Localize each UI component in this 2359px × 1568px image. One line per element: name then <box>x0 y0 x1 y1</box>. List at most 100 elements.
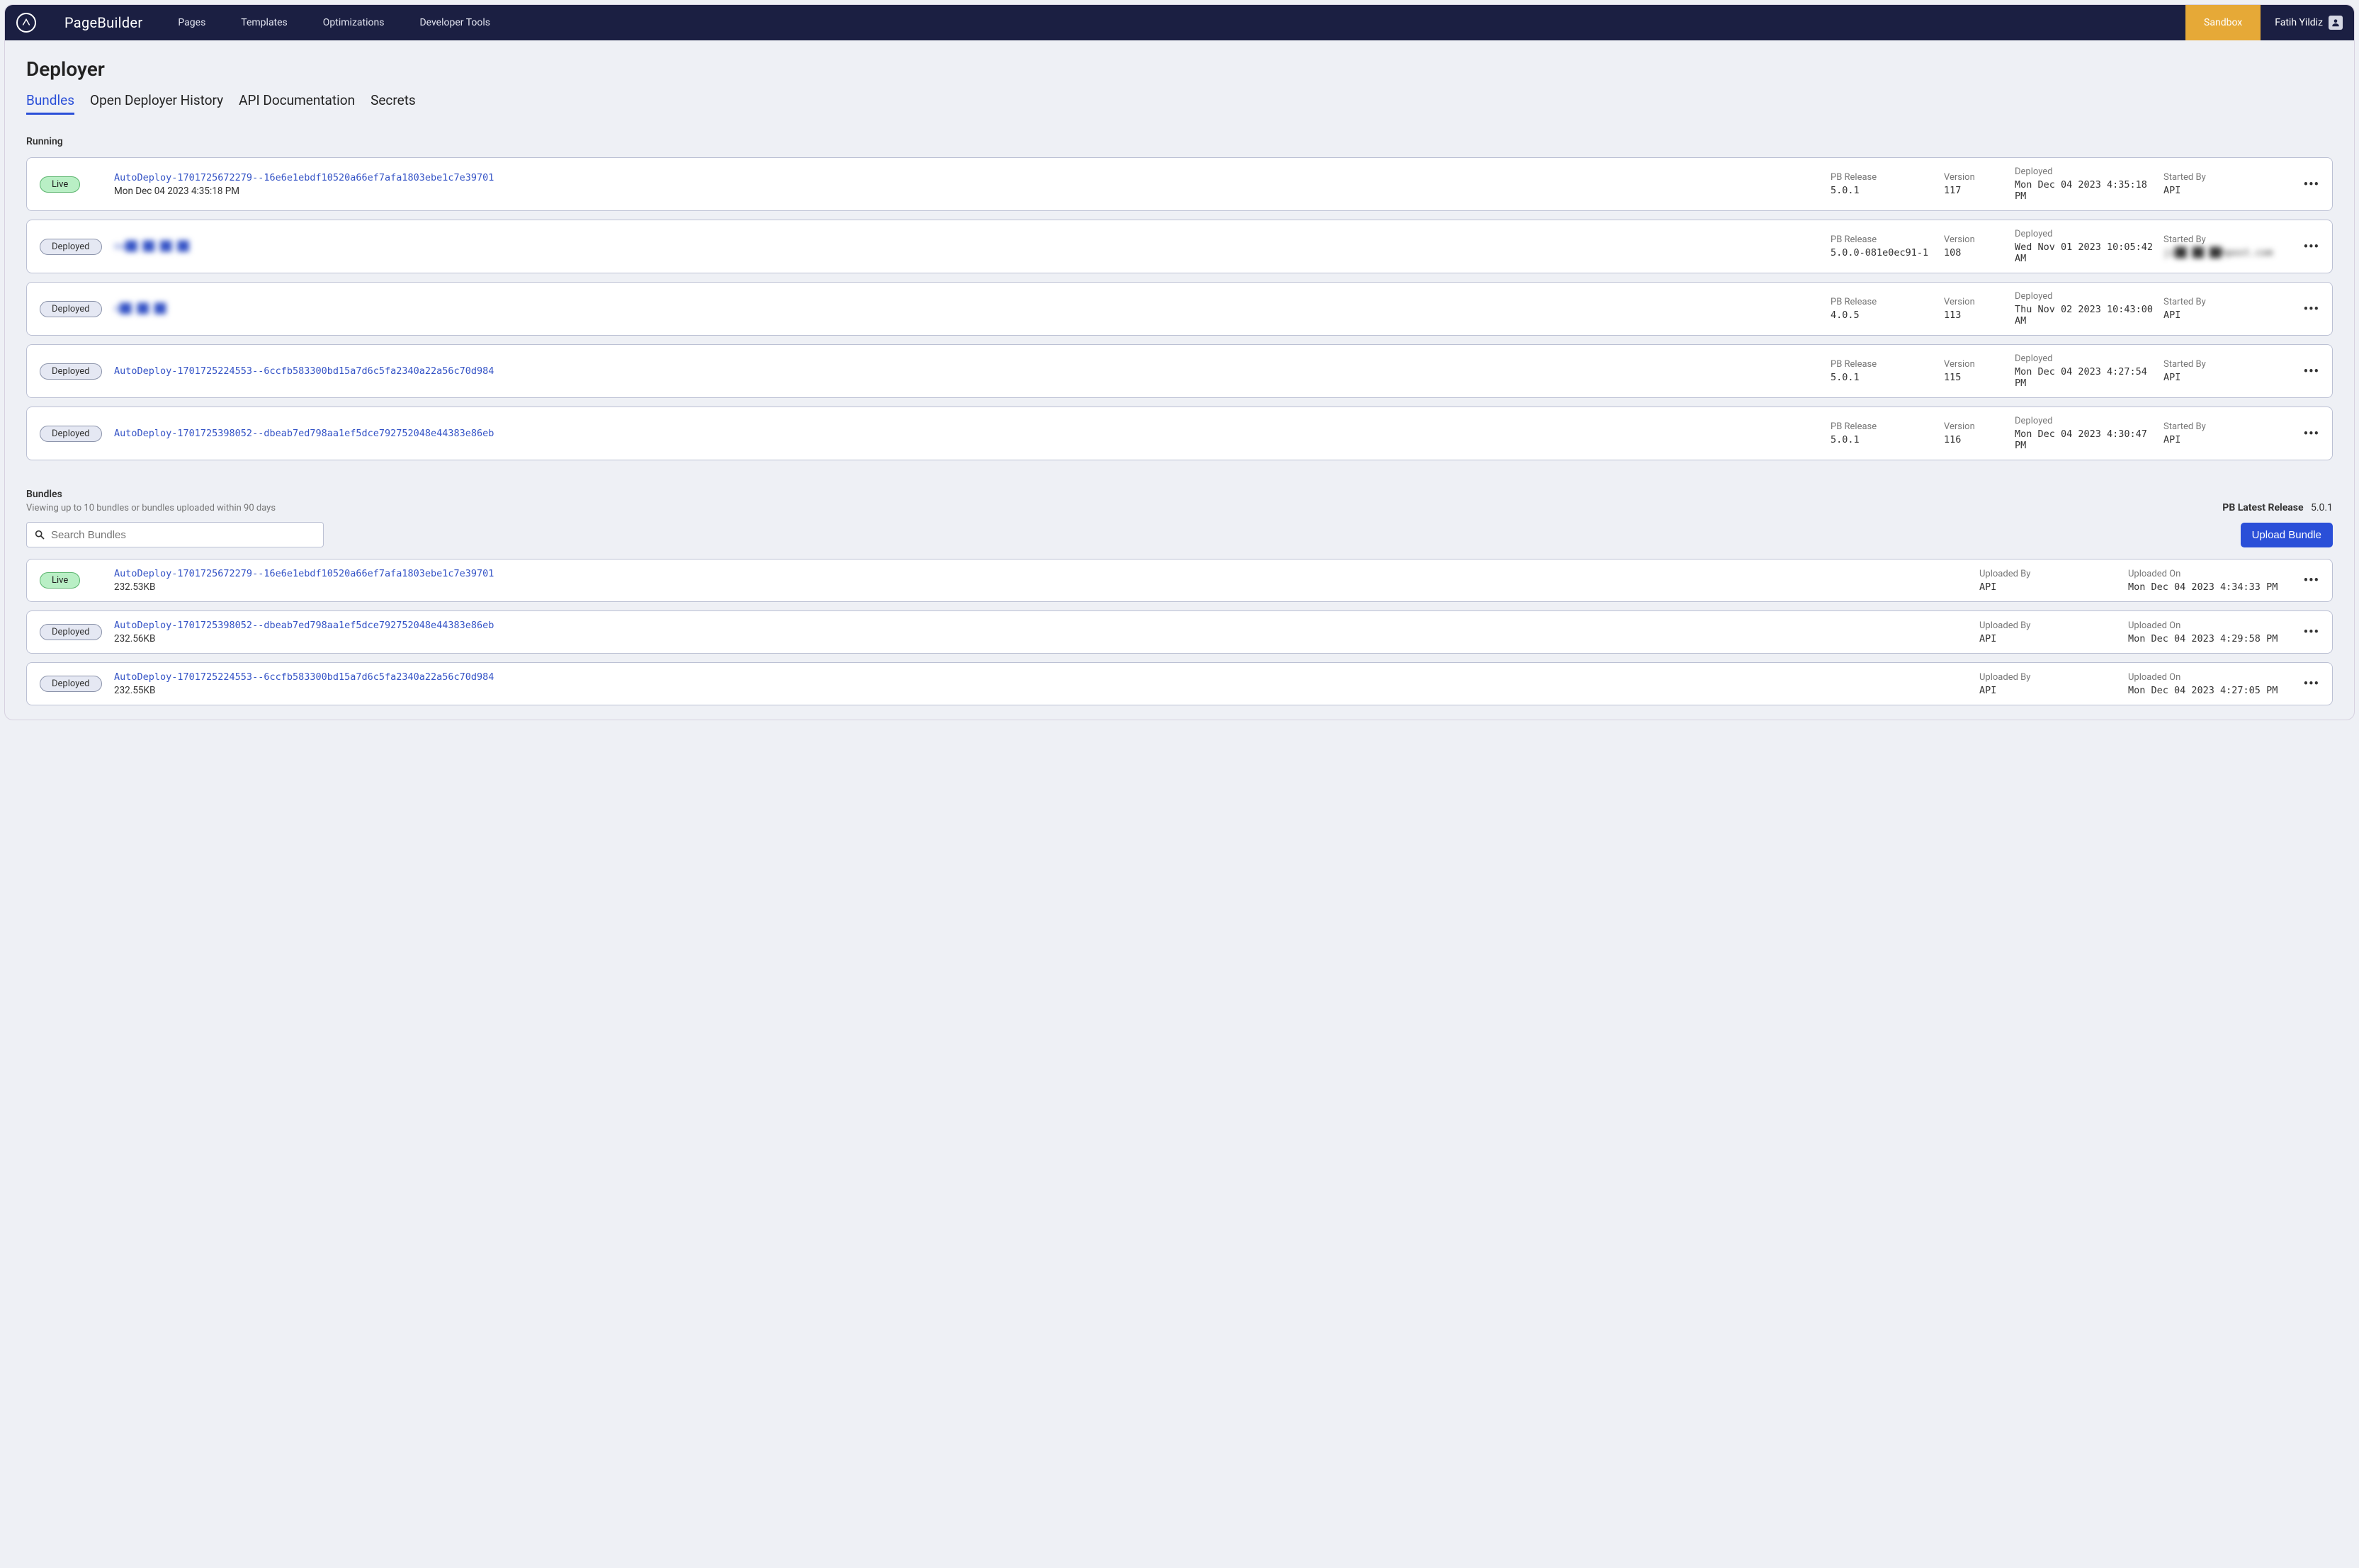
status-badge: Deployed <box>40 624 102 640</box>
uploaded-by-value: API <box>1979 633 2121 644</box>
more-icon[interactable]: ••• <box>2291 302 2319 317</box>
latest-release-label: PB Latest Release <box>2222 502 2303 513</box>
started-by-label: Started By <box>2163 234 2284 245</box>
status-badge: Deployed <box>40 676 102 692</box>
version-value: 117 <box>1944 185 2008 196</box>
deploy-name-link[interactable]: AutoDeploy-1701725224553--6ccfb583300bd1… <box>114 365 1823 377</box>
pb-release-value: 5.0.0-081e0ec91-1 <box>1831 247 1937 259</box>
uploaded-by-label: Uploaded By <box>1979 672 2121 683</box>
uploaded-on-label: Uploaded On <box>2128 620 2284 631</box>
pb-release-value: 4.0.5 <box>1831 309 1937 321</box>
more-icon[interactable]: ••• <box>2291 676 2319 691</box>
deploy-name-link[interactable]: AutoDeploy-1701725398052--dbeab7ed798aa1… <box>114 428 1823 439</box>
version-value: 115 <box>1944 372 2008 383</box>
uploaded-by-label: Uploaded By <box>1979 620 2121 631</box>
nav-templates[interactable]: Templates <box>241 17 288 28</box>
more-icon[interactable]: ••• <box>2291 426 2319 441</box>
pb-release-value: 5.0.1 <box>1831 372 1937 383</box>
status-badge: Live <box>40 572 80 589</box>
more-icon[interactable]: ••• <box>2291 364 2319 379</box>
deployed-label: Deployed <box>2015 353 2156 364</box>
version-value: 116 <box>1944 434 2008 445</box>
uploaded-on-value: Mon Dec 04 2023 4:27:05 PM <box>2128 685 2284 696</box>
deployed-label: Deployed <box>2015 416 2156 426</box>
bundles-label: Bundles <box>26 489 276 500</box>
search-input[interactable] <box>51 529 316 541</box>
pb-release-label: PB Release <box>1831 172 1937 183</box>
pb-release-label: PB Release <box>1831 234 1937 245</box>
deploy-name-link[interactable]: n██ ██ ██ <box>114 303 1823 314</box>
bundle-size: 232.53KB <box>114 581 1972 593</box>
version-value: 113 <box>1944 309 2008 321</box>
running-label: Running <box>26 136 2333 147</box>
logo[interactable] <box>16 13 36 33</box>
tab-bundles[interactable]: Bundles <box>26 92 74 115</box>
deploy-name-link[interactable]: no██ ██ ██ ██ <box>114 241 1823 252</box>
tab-history[interactable]: Open Deployer History <box>90 92 223 115</box>
bundle-row: Live AutoDeploy-1701725672279--16e6e1ebd… <box>26 559 2333 602</box>
tab-secrets[interactable]: Secrets <box>370 92 416 115</box>
more-icon[interactable]: ••• <box>2291 573 2319 588</box>
deployed-label: Deployed <box>2015 291 2156 302</box>
sandbox-badge: Sandbox <box>2185 5 2261 40</box>
started-by-value: API <box>2163 185 2284 196</box>
nav-links: Pages Templates Optimizations Developer … <box>178 17 2185 28</box>
deploy-row: Deployed no██ ██ ██ ██ PB Release 5.0.0-… <box>26 220 2333 273</box>
tab-api-docs[interactable]: API Documentation <box>239 92 355 115</box>
more-icon[interactable]: ••• <box>2291 239 2319 254</box>
started-by-label: Started By <box>2163 421 2284 432</box>
deployed-value: Mon Dec 04 2023 4:27:54 PM <box>2015 366 2156 389</box>
deployed-value: Wed Nov 01 2023 10:05:42 AM <box>2015 242 2156 264</box>
search-bundles[interactable] <box>26 522 324 547</box>
deploy-row: Deployed AutoDeploy-1701725398052--dbeab… <box>26 407 2333 460</box>
pb-release-value: 5.0.1 <box>1831 185 1937 196</box>
version-label: Version <box>1944 297 2008 307</box>
status-badge: Deployed <box>40 239 102 255</box>
deploy-name-link[interactable]: AutoDeploy-1701725672279--16e6e1ebdf1052… <box>114 172 1823 183</box>
status-badge: Deployed <box>40 426 102 442</box>
pb-release-label: PB Release <box>1831 359 1937 370</box>
started-by-value: API <box>2163 309 2284 321</box>
deploy-row: Deployed AutoDeploy-1701725224553--6ccfb… <box>26 344 2333 398</box>
nav-optimizations[interactable]: Optimizations <box>323 17 385 28</box>
deployed-value: Thu Nov 02 2023 10:43:00 AM <box>2015 304 2156 326</box>
deployed-label: Deployed <box>2015 229 2156 239</box>
more-icon[interactable]: ••• <box>2291 625 2319 640</box>
uploaded-on-value: Mon Dec 04 2023 4:29:58 PM <box>2128 633 2284 644</box>
bundle-name-link[interactable]: AutoDeploy-1701725224553--6ccfb583300bd1… <box>114 671 1972 683</box>
upload-bundle-button[interactable]: Upload Bundle <box>2241 523 2333 547</box>
started-by-value: API <box>2163 372 2284 383</box>
page-title: Deployer <box>26 57 2333 81</box>
status-badge: Deployed <box>40 363 102 380</box>
pb-release-value: 5.0.1 <box>1831 434 1937 445</box>
pb-release-label: PB Release <box>1831 297 1937 307</box>
more-icon[interactable]: ••• <box>2291 177 2319 192</box>
uploaded-by-label: Uploaded By <box>1979 569 2121 579</box>
started-by-value: ji██ ██ ██hpost.com <box>2163 247 2284 259</box>
bundle-size: 232.56KB <box>114 633 1972 644</box>
status-badge: Deployed <box>40 301 102 317</box>
version-value: 108 <box>1944 247 2008 259</box>
uploaded-by-value: API <box>1979 581 2121 593</box>
version-label: Version <box>1944 234 2008 245</box>
bundle-row: Deployed AutoDeploy-1701725224553--6ccfb… <box>26 662 2333 705</box>
running-list: Live AutoDeploy-1701725672279--16e6e1ebd… <box>26 157 2333 460</box>
nav-pages[interactable]: Pages <box>178 17 205 28</box>
uploaded-on-label: Uploaded On <box>2128 672 2284 683</box>
bundle-name-link[interactable]: AutoDeploy-1701725398052--dbeab7ed798aa1… <box>114 620 1972 631</box>
nav-developer-tools[interactable]: Developer Tools <box>419 17 490 28</box>
bundles-hint: Viewing up to 10 bundles or bundles uplo… <box>26 503 276 513</box>
uploaded-on-value: Mon Dec 04 2023 4:34:33 PM <box>2128 581 2284 593</box>
version-label: Version <box>1944 359 2008 370</box>
bundle-name-link[interactable]: AutoDeploy-1701725672279--16e6e1ebdf1052… <box>114 568 1972 579</box>
user-name: Fatih Yildiz <box>2275 17 2323 28</box>
deploy-row: Live AutoDeploy-1701725672279--16e6e1ebd… <box>26 157 2333 211</box>
user-menu[interactable]: Fatih Yildiz <box>2261 16 2343 30</box>
started-by-label: Started By <box>2163 172 2284 183</box>
deploy-sub: Mon Dec 04 2023 4:35:18 PM <box>114 186 1823 197</box>
status-badge: Live <box>40 176 80 193</box>
bundle-list: Live AutoDeploy-1701725672279--16e6e1ebd… <box>26 559 2333 705</box>
bundle-size: 232.55KB <box>114 685 1972 696</box>
logo-icon <box>21 18 31 28</box>
search-icon <box>34 529 45 540</box>
